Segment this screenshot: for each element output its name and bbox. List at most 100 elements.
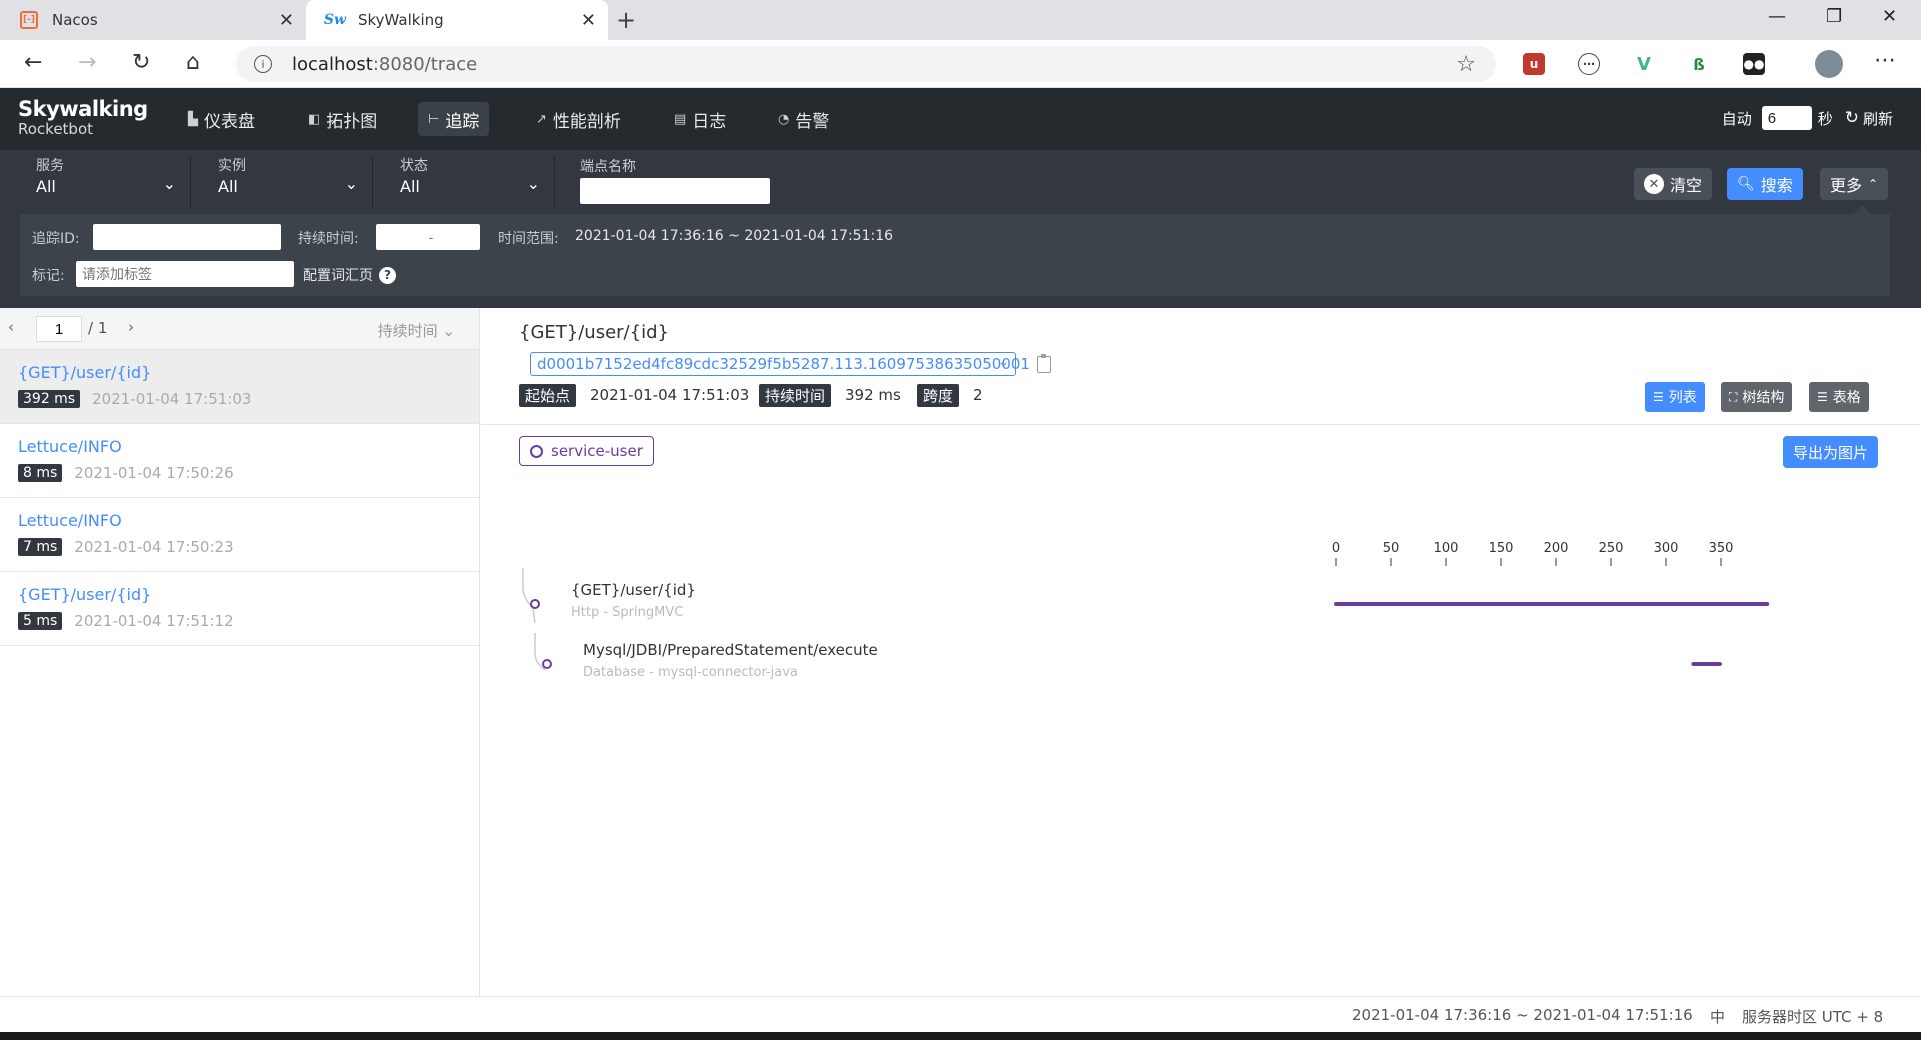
- close-icon[interactable]: ✕: [581, 10, 596, 31]
- tab-skywalking[interactable]: Sw SkyWalking ✕: [306, 0, 608, 40]
- nav-log[interactable]: ▤ 日志: [664, 102, 736, 136]
- view-table-button[interactable]: ☰ 表格: [1809, 382, 1869, 412]
- profile-icon: ↗: [536, 111, 547, 127]
- axis-tick-label: 300: [1654, 541, 1679, 556]
- status-label: 状态: [400, 158, 428, 174]
- footer-time-range[interactable]: 2021-01-04 17:36:16 ~ 2021-01-04 17:51:1…: [1352, 1006, 1693, 1024]
- nav-label: 性能剖析: [552, 111, 621, 132]
- page-input[interactable]: [36, 316, 82, 342]
- tree-icon: ⛶: [1729, 389, 1738, 404]
- close-icon[interactable]: ✕: [279, 10, 294, 31]
- view-tree-button[interactable]: ⛶ 树结构: [1721, 382, 1793, 412]
- skywalking-logo[interactable]: Skywalking Rocketbot: [18, 98, 148, 138]
- extension-icon[interactable]: ß: [1688, 53, 1710, 75]
- topology-icon: ◧: [308, 111, 321, 127]
- window-close-icon[interactable]: ✕: [1882, 6, 1897, 27]
- back-icon[interactable]: ←: [24, 50, 42, 75]
- trace-duration-badge: 7 ms: [18, 538, 63, 556]
- clear-label: 清空: [1670, 176, 1703, 195]
- forward-icon[interactable]: →: [78, 50, 96, 75]
- vue-devtools-icon[interactable]: V: [1633, 53, 1655, 75]
- trace-endpoint: {GET}/user/{id}: [18, 585, 152, 604]
- vocab-link[interactable]: 配置词汇页 ?: [303, 265, 396, 285]
- time-range-value[interactable]: 2021-01-04 17:36:16 ~ 2021-01-04 17:51:1…: [575, 228, 893, 244]
- tab-nacos[interactable]: [-] Nacos ✕: [0, 0, 306, 40]
- nav-trace[interactable]: ⊢ 追踪: [418, 102, 490, 136]
- chevron-down-icon: ⌄: [526, 174, 540, 193]
- restore-icon[interactable]: ❐: [1826, 6, 1842, 27]
- new-tab-icon[interactable]: +: [616, 6, 636, 34]
- trace-start-time: 2021-01-04 17:50:23: [74, 538, 234, 556]
- skywalking-logo-icon: Sw: [323, 12, 347, 28]
- view-list-label: 列表: [1668, 390, 1697, 406]
- endpoint-input[interactable]: [580, 178, 770, 204]
- trace-id-label: 追踪ID:: [32, 231, 80, 247]
- trace-list-item[interactable]: {GET}/user/{id} 5 ms 2021-01-04 17:51:12: [0, 572, 479, 646]
- auto-refresh-interval-input[interactable]: [1761, 106, 1812, 130]
- endpoint-label: 端点名称: [580, 159, 636, 175]
- instance-select[interactable]: 实例 All ⌄: [208, 156, 373, 208]
- axis-tick-label: 100: [1434, 541, 1459, 556]
- minimize-icon[interactable]: —: [1768, 6, 1786, 27]
- span-type: Http - SpringMVC: [571, 605, 683, 620]
- star-icon[interactable]: ☆: [1456, 52, 1476, 77]
- trace-list-item[interactable]: Lettuce/INFO 7 ms 2021-01-04 17:50:23: [0, 498, 479, 572]
- nav-label: 拓扑图: [326, 111, 378, 132]
- instance-label: 实例: [218, 158, 246, 174]
- sort-select[interactable]: 持续时间 ⌄: [378, 320, 455, 341]
- close-circle-icon: ✕: [1644, 174, 1664, 194]
- trace-duration-badge: 5 ms: [18, 612, 63, 630]
- ublock-extension-icon[interactable]: u: [1523, 53, 1545, 75]
- trace-id-select[interactable]: d0001b7152ed4fc89cdc32529f5b5287.113.160…: [530, 352, 1030, 376]
- search-button[interactable]: 🔍︎ 搜索: [1727, 168, 1803, 200]
- service-legend-tag[interactable]: service-user: [519, 436, 654, 466]
- nav-dashboard[interactable]: ▙ 仪表盘: [178, 102, 265, 136]
- trace-filter-bar: 服务 All ⌄ 实例 All ⌄ 状态 All ⌄ 端点名称 ✕ 清空 🔍︎ …: [0, 150, 1921, 214]
- tag-input[interactable]: [76, 261, 294, 287]
- duration-input[interactable]: [376, 224, 480, 250]
- trace-duration-badge: 392 ms: [18, 390, 81, 408]
- nav-topology[interactable]: ◧ 拓扑图: [298, 102, 387, 136]
- extension-icon[interactable]: ●●: [1743, 53, 1765, 75]
- span-value: 2: [973, 386, 983, 404]
- endpoint-field: 端点名称: [580, 158, 770, 204]
- trace-id-input[interactable]: [93, 224, 281, 250]
- duration-tag: 持续时间: [759, 384, 832, 407]
- clipboard-icon[interactable]: [1037, 354, 1051, 373]
- timezone-label: 服务器时区 UTC + 8: [1742, 1008, 1884, 1026]
- info-icon[interactable]: i: [254, 55, 272, 73]
- nav-profile[interactable]: ↗ 性能剖析: [526, 102, 631, 136]
- browser-tab-bar: [-] Nacos ✕ Sw SkyWalking ✕ + — ❐ ✕: [0, 0, 1921, 40]
- trace-list-item[interactable]: {GET}/user/{id} 392 ms 2021-01-04 17:51:0…: [0, 350, 479, 424]
- profile-avatar[interactable]: [1815, 50, 1843, 78]
- trace-duration-badge: 8 ms: [18, 464, 63, 482]
- clear-button[interactable]: ✕ 清空: [1634, 168, 1713, 200]
- menu-icon[interactable]: ⋯: [1874, 48, 1896, 73]
- refresh-icon[interactable]: ↻: [1845, 108, 1859, 128]
- status-select[interactable]: 状态 All ⌄: [390, 156, 555, 208]
- nacos-logo-icon: [-]: [20, 11, 38, 29]
- url-input[interactable]: i localhost:8080/trace ☆: [236, 46, 1496, 82]
- extension-icon[interactable]: ⋯: [1578, 53, 1600, 75]
- service-select[interactable]: 服务 All ⌄: [26, 156, 191, 208]
- nav-label: 追踪: [445, 111, 480, 132]
- chevron-right-icon[interactable]: ›: [128, 318, 134, 336]
- view-list-button[interactable]: ☰ 列表: [1645, 382, 1705, 412]
- language-toggle[interactable]: 中: [1710, 1006, 1725, 1027]
- auto-refresh-area: 自动 秒 ↻ 刷新: [1722, 106, 1893, 130]
- url-path: :8080/trace: [372, 53, 478, 75]
- trace-timeline: 0 50 100 150 200 250 300 350 {GET}/user/{id} Http…: [522, 541, 1770, 680]
- home-icon[interactable]: ⌂: [186, 50, 200, 75]
- more-button[interactable]: 更多 ⌃: [1820, 168, 1889, 200]
- reload-icon[interactable]: ↻: [132, 50, 150, 75]
- trace-list-item[interactable]: Lettuce/INFO 8 ms 2021-01-04 17:50:26: [0, 424, 479, 498]
- trace-endpoint: {GET}/user/{id}: [18, 363, 152, 382]
- advanced-filter-bar: 追踪ID: 持续时间: 时间范围: 2021-01-04 17:36:16 ~ …: [0, 205, 1921, 308]
- chevron-left-icon[interactable]: ‹: [8, 318, 14, 336]
- nav-alarm[interactable]: ◔ 告警: [768, 102, 839, 136]
- help-icon[interactable]: ?: [379, 266, 396, 284]
- export-image-button[interactable]: 导出为图片: [1783, 436, 1879, 468]
- search-label: 搜索: [1760, 176, 1793, 195]
- divider: [481, 424, 1921, 425]
- refresh-button[interactable]: 刷新: [1863, 108, 1893, 129]
